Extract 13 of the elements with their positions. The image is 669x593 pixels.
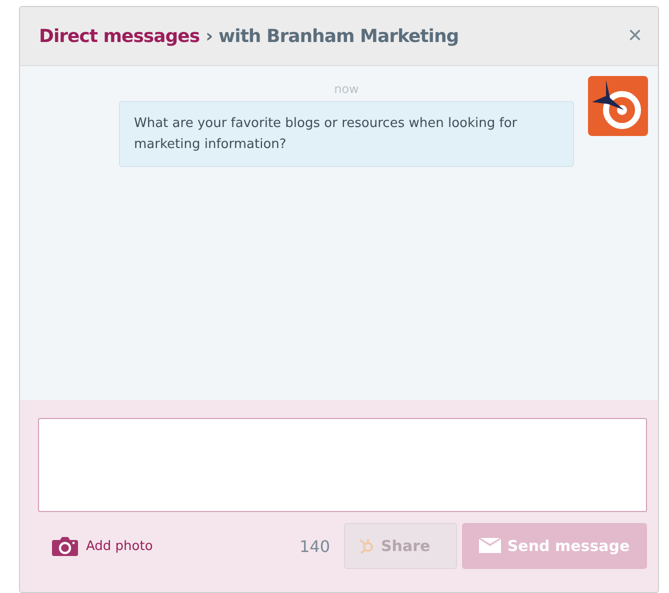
add-photo-link[interactable]: Add photo [52, 536, 153, 556]
message-time: now [334, 82, 359, 96]
close-button[interactable]: × [628, 22, 642, 50]
camera-icon [52, 536, 78, 556]
sprocket-icon [357, 537, 375, 555]
window-title: with Branham Marketing [218, 26, 459, 46]
message-bubble: What are your favorite blogs or resources when looking for marketing information? [119, 101, 574, 167]
character-count: 140 [299, 536, 330, 556]
target-logo-icon [588, 76, 648, 136]
breadcrumb-separator: › [206, 26, 213, 46]
message-input[interactable] [38, 418, 647, 512]
envelope-icon [479, 537, 502, 555]
breadcrumb-link[interactable]: Direct messages [39, 26, 200, 46]
